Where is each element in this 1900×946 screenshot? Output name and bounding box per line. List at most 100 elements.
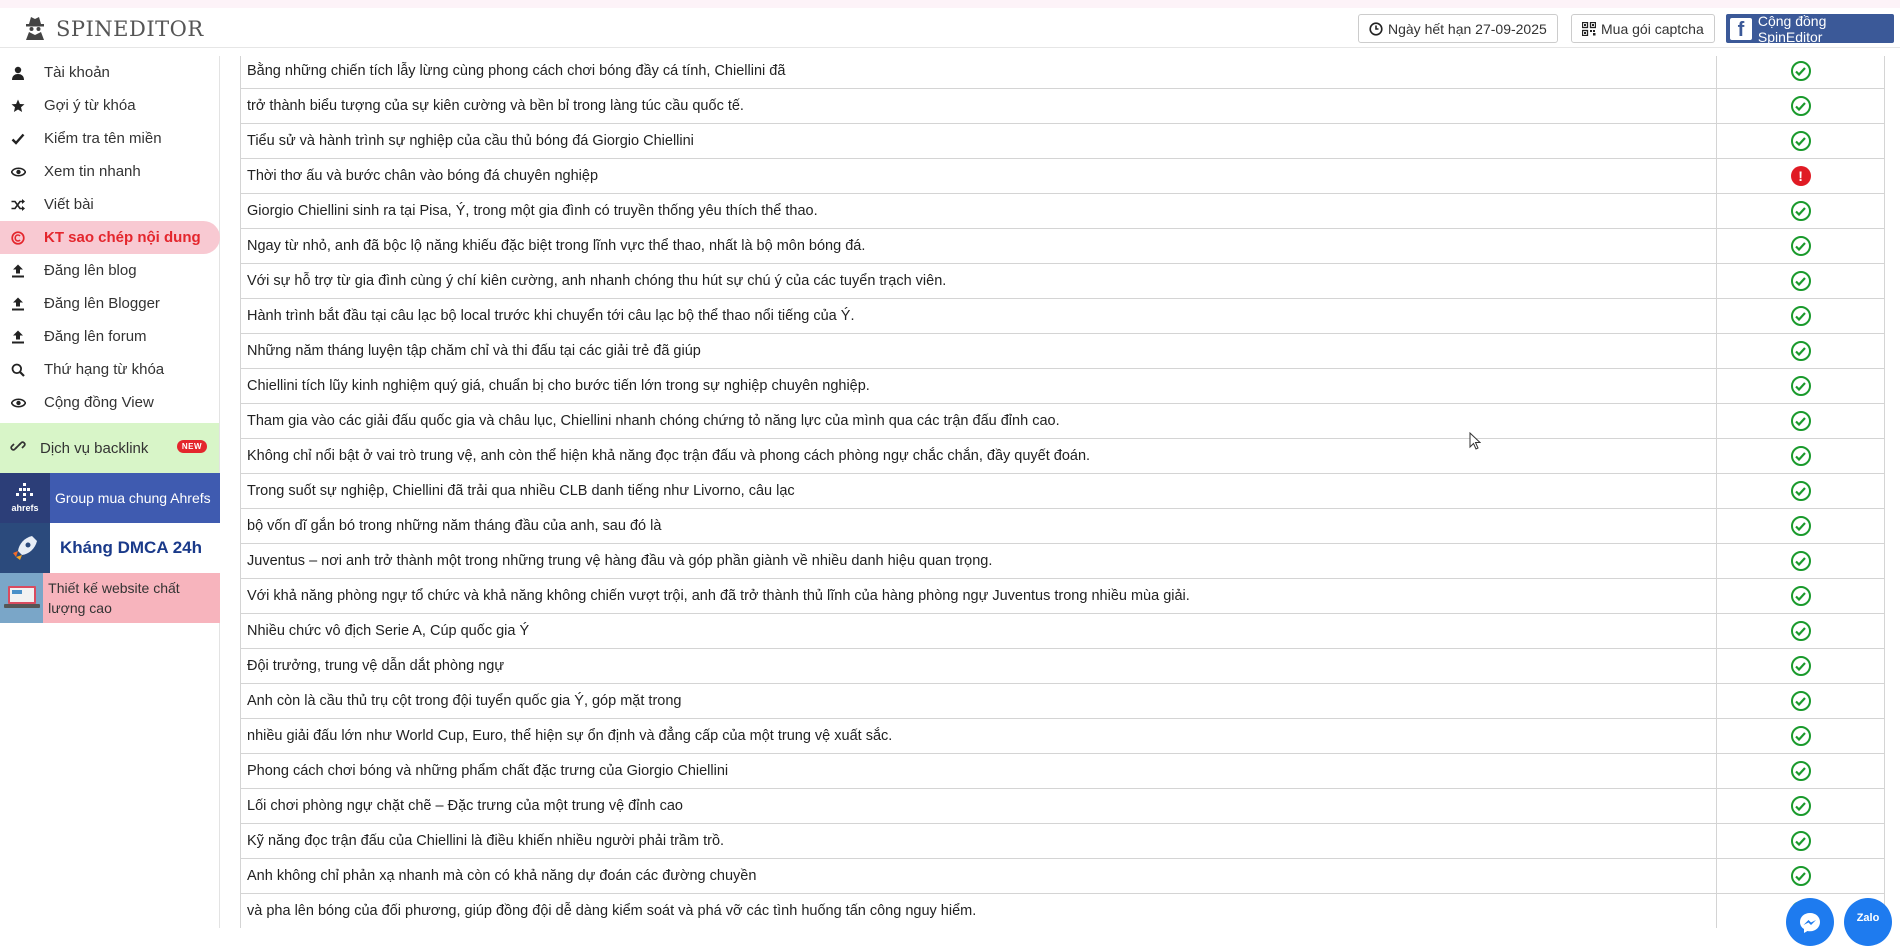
user-icon	[10, 66, 26, 80]
sidebar-item-4[interactable]: Xem tin nhanh	[0, 155, 219, 188]
promo-dmca[interactable]: Kháng DMCA 24h	[0, 523, 220, 573]
promo-ahrefs[interactable]: ahrefs Group mua chung Ahrefs	[0, 473, 220, 523]
plagiarism-results-table: Bằng những chiến tích lẫy lừng cùng phon…	[240, 56, 1885, 928]
facebook-icon: f	[1730, 17, 1752, 40]
check-icon	[10, 132, 26, 146]
community-facebook-button[interactable]: f Cộng đồng SpinEditor	[1726, 12, 1894, 45]
sidebar-item-label: Cộng đồng View	[44, 394, 154, 411]
status-cell	[1716, 88, 1885, 124]
status-cell	[1716, 193, 1885, 229]
sidebar-item-10[interactable]: Thứ hạng từ khóa	[0, 353, 219, 386]
table-row: Thời thơ ấu và bước chân vào bóng đá chu…	[240, 158, 1885, 194]
sentence-cell: Kỹ năng đọc trận đấu của Chiellini là đi…	[240, 823, 1718, 859]
check-circle-icon	[1790, 481, 1811, 501]
sentence-cell: Phong cách chơi bóng và những phẩm chất …	[240, 753, 1718, 789]
table-row: Ngay từ nhỏ, anh đã bộc lộ năng khiếu đặ…	[240, 228, 1885, 264]
sentence-cell: Thời thơ ấu và bước chân vào bóng đá chu…	[240, 158, 1718, 194]
status-cell	[1716, 508, 1885, 544]
community-label: Cộng đồng SpinEditor	[1757, 12, 1827, 45]
eye-icon	[10, 166, 26, 178]
sentence-cell: Ngay từ nhỏ, anh đã bộc lộ năng khiếu đặ…	[240, 228, 1718, 264]
search-icon	[10, 363, 26, 377]
check-circle-icon	[1790, 61, 1811, 81]
table-row: Nhiều chức vô địch Serie A, Cúp quốc gia…	[240, 613, 1885, 649]
table-row: trở thành biểu tượng của sự kiên cường v…	[240, 88, 1885, 124]
table-row: Anh không chỉ phản xạ nhanh mà còn có kh…	[240, 858, 1885, 894]
table-row: Tham gia vào các giải đấu quốc gia và ch…	[240, 403, 1885, 439]
buy-captcha-button[interactable]: Mua gói captcha	[1571, 14, 1715, 43]
sentence-cell: bộ vốn dĩ gắn bó trong những năm tháng đ…	[240, 508, 1718, 544]
zalo-label: Zalo	[1856, 912, 1880, 924]
sentence-cell: Không chỉ nổi bật ở vai trò trung vệ, an…	[240, 438, 1718, 474]
sidebar-item-7[interactable]: Đăng lên blog	[0, 254, 219, 287]
status-cell	[1716, 123, 1885, 159]
sidebar-item-label: Viết bài	[44, 196, 94, 213]
check-circle-icon	[1790, 866, 1811, 886]
sentence-cell: Giorgio Chiellini sinh ra tại Pisa, Ý, t…	[240, 193, 1718, 229]
sidebar-item-label: Thứ hạng từ khóa	[44, 361, 165, 378]
status-cell	[1716, 718, 1885, 754]
sidebar-item-backlink[interactable]: Dịch vụ backlink NEW	[0, 423, 219, 473]
check-circle-icon	[1790, 376, 1811, 396]
sidebar-item-label: Xem tin nhanh	[44, 163, 141, 180]
table-row: Bằng những chiến tích lẫy lừng cùng phon…	[240, 56, 1885, 89]
copyright-icon	[10, 230, 26, 245]
sentence-cell: Tham gia vào các giải đấu quốc gia và ch…	[240, 403, 1718, 439]
sidebar-item-label: Gợi ý từ khóa	[44, 97, 136, 114]
upload-icon	[10, 264, 26, 278]
status-cell	[1716, 298, 1885, 334]
exclamation-circle-icon: !	[1790, 166, 1811, 186]
sentence-cell: Lối chơi phòng ngự chặt chẽ – Đặc trưng …	[240, 788, 1718, 824]
table-row: Anh còn là cầu thủ trụ cột trong đội tuy…	[240, 683, 1885, 719]
sidebar-item-label: Đăng lên forum	[44, 328, 147, 345]
table-row: Giorgio Chiellini sinh ra tại Pisa, Ý, t…	[240, 193, 1885, 229]
check-circle-icon	[1790, 621, 1811, 641]
buy-captcha-label: Mua gói captcha	[1601, 20, 1704, 37]
sentence-cell: Với khả năng phòng ngự tổ chức và khả nă…	[240, 578, 1718, 614]
check-circle-icon	[1790, 796, 1811, 816]
check-circle-icon	[1790, 516, 1811, 536]
status-cell	[1716, 403, 1885, 439]
status-cell	[1716, 858, 1885, 894]
promo-website[interactable]: Thiết kế website chất lượng cao	[0, 573, 220, 623]
logo[interactable]: SPINEDITOR	[22, 14, 204, 44]
sidebar-item-6[interactable]: KT sao chép nội dung	[0, 221, 220, 254]
sidebar-item-3[interactable]: Kiểm tra tên miền	[0, 122, 219, 155]
expiry-date-button[interactable]: Ngày hết hạn 27-09-2025	[1358, 14, 1558, 43]
status-cell	[1716, 578, 1885, 614]
sentence-cell: Anh không chỉ phản xạ nhanh mà còn có kh…	[240, 858, 1718, 894]
status-cell	[1716, 648, 1885, 684]
status-cell	[1716, 823, 1885, 859]
table-row: Trong suốt sự nghiệp, Chiellini đã trải …	[240, 473, 1885, 509]
table-row: Với khả năng phòng ngự tổ chức và khả nă…	[240, 578, 1885, 614]
sentence-cell: Trong suốt sự nghiệp, Chiellini đã trải …	[240, 473, 1718, 509]
messenger-chat-button[interactable]	[1786, 898, 1834, 946]
sidebar-item-5[interactable]: Viết bài	[0, 188, 219, 221]
table-row: bộ vốn dĩ gắn bó trong những năm tháng đ…	[240, 508, 1885, 544]
sidebar-item-1[interactable]: Tài khoản	[0, 56, 219, 89]
mouse-cursor-icon	[1469, 431, 1482, 455]
sidebar-item-label: Kiểm tra tên miền	[44, 130, 162, 147]
status-cell	[1716, 438, 1885, 474]
messenger-icon	[1799, 912, 1821, 937]
table-row: nhiều giải đấu lớn như World Cup, Euro, …	[240, 718, 1885, 754]
shuffle-icon	[10, 198, 26, 212]
status-cell	[1716, 368, 1885, 404]
header: SPINEDITOR Ngày hết hạn 27-09-2025 Mua g…	[0, 8, 1900, 48]
sidebar-item-11[interactable]: Cộng đồng View	[0, 386, 219, 419]
table-row: Đội trưởng, trung vệ dẫn dắt phòng ngự	[240, 648, 1885, 684]
sidebar-item-9[interactable]: Đăng lên forum	[0, 320, 219, 353]
ahrefs-logo-text: ahrefs	[11, 503, 39, 513]
check-circle-icon	[1790, 761, 1811, 781]
promo-dmca-label: Kháng DMCA 24h	[60, 538, 202, 557]
table-row: và pha lên bóng của đối phương, giúp đồn…	[240, 893, 1885, 928]
top-accent-bar	[0, 0, 1900, 8]
backlink-label: Dịch vụ backlink	[40, 439, 149, 457]
sidebar-item-8[interactable]: Đăng lên Blogger	[0, 287, 219, 320]
table-row: Với sự hỗ trợ từ gia đình cùng ý chí kiê…	[240, 263, 1885, 299]
zalo-chat-button[interactable]: Zalo	[1844, 898, 1892, 946]
new-badge: NEW	[176, 440, 207, 453]
upload-icon	[10, 330, 26, 344]
sidebar: Tài khoản Gợi ý từ khóa Kiểm tra tên miền X…	[0, 56, 220, 928]
sidebar-item-2[interactable]: Gợi ý từ khóa	[0, 89, 219, 122]
